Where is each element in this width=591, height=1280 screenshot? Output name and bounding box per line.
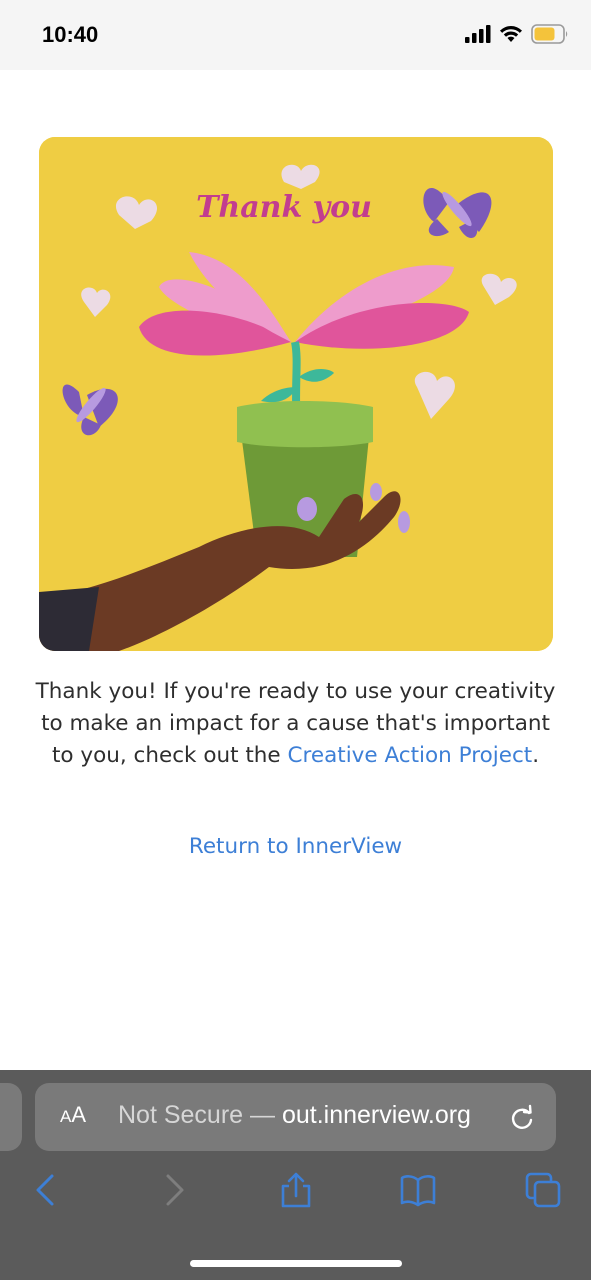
signal-icon xyxy=(465,25,491,43)
bookmarks-icon[interactable] xyxy=(400,1172,436,1208)
back-icon[interactable] xyxy=(28,1172,64,1208)
url-domain: out.innerview.org xyxy=(281,1101,471,1129)
previous-tab-edge[interactable] xyxy=(0,1083,22,1151)
forward-icon[interactable] xyxy=(156,1172,192,1208)
home-indicator xyxy=(190,1260,402,1267)
status-icons xyxy=(465,24,569,44)
share-icon[interactable] xyxy=(278,1172,314,1208)
status-bar: 10:40 xyxy=(0,0,591,70)
thank-you-illustration: Thank you xyxy=(39,137,553,651)
wifi-icon xyxy=(500,26,522,42)
status-time: 10:40 xyxy=(42,22,99,47)
thank-you-message: Thank you! If you're ready to use your c… xyxy=(30,676,561,772)
aa-small: A xyxy=(60,1107,72,1126)
url-text[interactable]: Not Secure — out.innerview.org xyxy=(118,1101,471,1130)
return-to-innerview-link[interactable]: Return to InnerView xyxy=(0,834,591,859)
reader-options-button[interactable]: AA xyxy=(60,1102,86,1128)
reload-icon[interactable] xyxy=(508,1104,536,1132)
tabs-icon[interactable] xyxy=(525,1172,561,1208)
thank-you-lettering: Thank you xyxy=(196,190,372,225)
aa-large: A xyxy=(71,1102,87,1127)
url-prefix: Not Secure — xyxy=(118,1101,282,1129)
creative-action-project-link[interactable]: Creative Action Project xyxy=(288,743,533,768)
message-end: . xyxy=(532,743,540,768)
battery-icon xyxy=(531,24,568,44)
